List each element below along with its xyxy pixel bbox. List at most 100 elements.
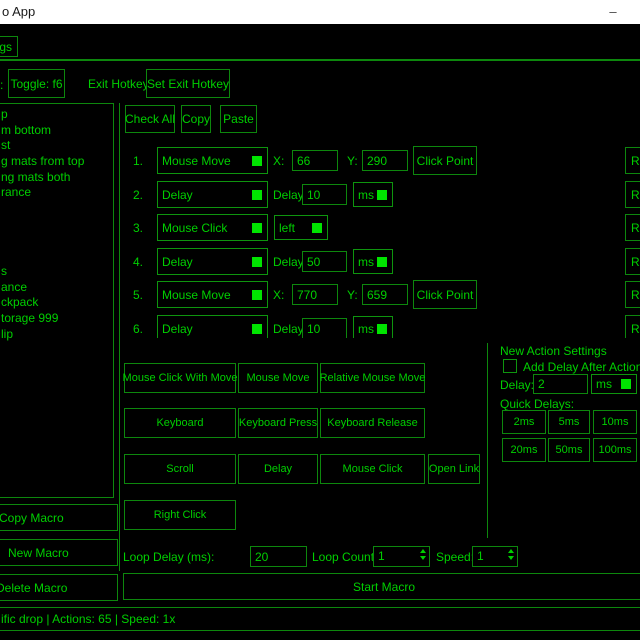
spinner-up-icon[interactable]	[420, 549, 426, 553]
x-input[interactable]	[292, 284, 338, 305]
list-item[interactable]	[0, 217, 113, 233]
x-input[interactable]	[292, 150, 338, 171]
list-item[interactable]: ng mats both	[0, 170, 113, 186]
settings-delay-label: Delay:	[500, 378, 534, 392]
quick-delay-100ms-button[interactable]: 100ms	[593, 438, 637, 462]
list-item[interactable]: s	[0, 264, 113, 280]
add-scroll-button[interactable]: Scroll	[124, 454, 236, 484]
action-type-select[interactable]: Mouse Move	[157, 147, 268, 174]
list-item[interactable]: g mats from top	[0, 154, 113, 170]
delete-macro-button[interactable]: Delete Macro	[0, 574, 118, 601]
mouse-button-select[interactable]: left	[274, 215, 328, 240]
action-type-select[interactable]: Mouse Move	[157, 281, 268, 308]
unit-select[interactable]: ms	[353, 182, 393, 207]
title-bar: o App –	[0, 0, 640, 24]
list-item[interactable]: rance	[0, 185, 113, 201]
quick-delay-20ms-button[interactable]: 20ms	[502, 438, 546, 462]
action-type-select[interactable]: Mouse Click	[157, 214, 268, 241]
list-item[interactable]	[0, 201, 113, 217]
dropdown-square-icon[interactable]	[252, 156, 262, 166]
list-item[interactable]: p	[0, 107, 113, 123]
action-type-select[interactable]: Delay	[157, 181, 268, 208]
add-mouse-move-button[interactable]: Mouse Move	[238, 363, 318, 393]
add-delay-after-action-checkbox[interactable]	[503, 359, 517, 373]
dropdown-square-icon[interactable]	[252, 190, 262, 200]
remove-button[interactable]: Remove	[625, 181, 640, 208]
add-keyboard-button[interactable]: Keyboard	[124, 408, 236, 438]
delay-input[interactable]	[302, 318, 347, 338]
list-item[interactable]: ance	[0, 280, 113, 296]
dropdown-square-icon[interactable]	[252, 257, 262, 267]
settings-unit-select[interactable]: ms	[591, 374, 637, 394]
dropdown-square-icon[interactable]	[377, 257, 387, 267]
unit-select[interactable]: ms	[353, 249, 393, 274]
quick-delays-label: Quick Delays:	[500, 397, 574, 411]
action-row: 2. Delay Delay: ms Remove	[120, 181, 640, 210]
mouse-button-value: left	[279, 221, 295, 235]
dropdown-square-icon[interactable]	[621, 379, 631, 389]
dropdown-square-icon[interactable]	[252, 324, 262, 334]
quick-delay-50ms-button[interactable]: 50ms	[548, 438, 590, 462]
action-type-select[interactable]: Delay	[157, 248, 268, 275]
dropdown-square-icon[interactable]	[312, 223, 322, 233]
add-right-click-button[interactable]: Right Click	[124, 500, 236, 530]
action-row: 6. Delay Delay: ms Remove	[120, 315, 640, 338]
remove-button[interactable]: Remove	[625, 281, 640, 308]
list-item[interactable]	[0, 248, 113, 264]
list-item[interactable]: torage 999	[0, 311, 113, 327]
settings-delay-input[interactable]	[533, 374, 588, 394]
new-macro-button[interactable]: New Macro	[0, 539, 118, 566]
y-input[interactable]	[362, 284, 408, 305]
remove-button[interactable]: Remove	[625, 214, 640, 241]
add-mouse-click-button[interactable]: Mouse Click	[320, 454, 425, 484]
quick-delay-10ms-button[interactable]: 10ms	[593, 410, 637, 434]
spinner-up-icon[interactable]	[508, 549, 514, 553]
add-mouse-click-with-move-button[interactable]: Mouse Click With Move	[124, 363, 236, 393]
copy-macro-button[interactable]: Copy Macro	[0, 504, 118, 531]
dropdown-square-icon[interactable]	[252, 223, 262, 233]
quick-delay-2ms-button[interactable]: 2ms	[502, 410, 546, 434]
row-number: 5.	[133, 288, 143, 302]
start-macro-button[interactable]: Start Macro	[123, 573, 640, 600]
tab-settings[interactable]: gs	[0, 36, 18, 57]
dropdown-square-icon[interactable]	[377, 324, 387, 334]
add-relative-mouse-move-button[interactable]: Relative Mouse Move	[320, 363, 425, 393]
remove-button[interactable]: Remove	[625, 248, 640, 275]
click-point-button[interactable]: Click Point	[413, 280, 477, 309]
quick-delay-5ms-button[interactable]: 5ms	[548, 410, 590, 434]
check-all-button[interactable]: Check All	[125, 105, 175, 133]
click-point-button[interactable]: Click Point	[413, 146, 477, 175]
y-input[interactable]	[362, 150, 408, 171]
list-item[interactable]: lip	[0, 327, 113, 343]
loop-count-stepper[interactable]: 1	[373, 546, 430, 567]
macro-list[interactable]: p m bottom st g mats from top ng mats bo…	[0, 103, 114, 498]
add-keyboard-press-button[interactable]: Keyboard Press	[238, 408, 318, 438]
action-type-select[interactable]: Delay	[157, 315, 268, 338]
add-delay-button[interactable]: Delay	[238, 454, 318, 484]
toggle-hotkey-button[interactable]: Toggle: f6	[8, 69, 65, 98]
copy-button[interactable]: Copy	[181, 105, 211, 133]
dropdown-square-icon[interactable]	[377, 190, 387, 200]
spinner-down-icon[interactable]	[508, 556, 514, 560]
delay-input[interactable]	[302, 184, 347, 205]
remove-button[interactable]: Remove	[625, 147, 640, 174]
spinner-down-icon[interactable]	[420, 556, 426, 560]
list-item[interactable]: st	[0, 138, 113, 154]
add-open-link-button[interactable]: Open Link	[428, 454, 480, 484]
unit-select[interactable]: ms	[353, 316, 393, 338]
remove-button[interactable]: Remove	[625, 315, 640, 338]
action-type-value: Delay	[162, 322, 193, 336]
paste-button[interactable]: Paste	[220, 105, 257, 133]
row-number: 6.	[133, 322, 143, 336]
row-number: 3.	[133, 221, 143, 235]
minimize-button[interactable]: –	[598, 0, 628, 22]
speed-stepper[interactable]: 1	[472, 546, 518, 567]
add-keyboard-release-button[interactable]: Keyboard Release	[320, 408, 425, 438]
dropdown-square-icon[interactable]	[252, 290, 262, 300]
loop-delay-input[interactable]	[250, 546, 307, 567]
set-exit-hotkey-button[interactable]: Set Exit Hotkey	[146, 69, 230, 98]
delay-input[interactable]	[302, 251, 347, 272]
list-item[interactable]: ckpack	[0, 295, 113, 311]
list-item[interactable]: m bottom	[0, 123, 113, 139]
list-item[interactable]	[0, 233, 113, 249]
